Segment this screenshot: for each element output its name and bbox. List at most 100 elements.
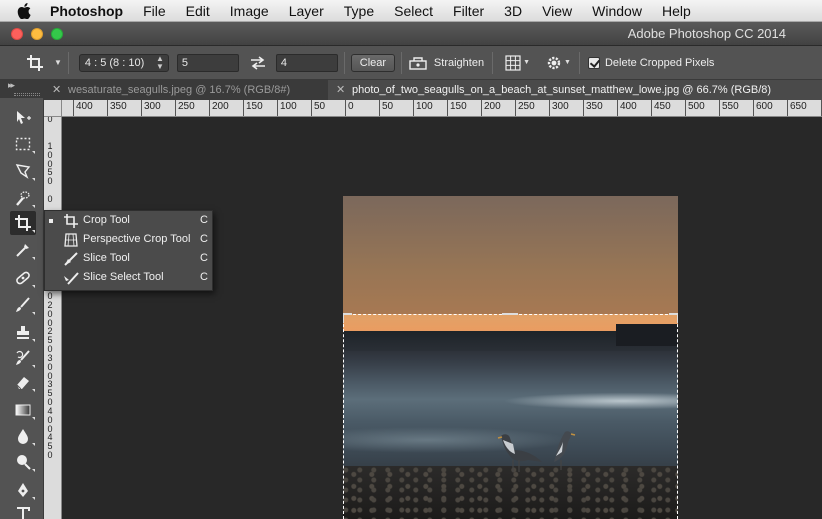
menu-type[interactable]: Type	[334, 0, 384, 22]
menu-view[interactable]: View	[532, 0, 582, 22]
blur-tool-icon[interactable]	[10, 424, 36, 448]
type-tool-icon[interactable]	[10, 502, 36, 519]
ruler-label: 250	[178, 101, 195, 112]
ruler-label: 400	[620, 101, 637, 112]
flyout-item-shortcut: C	[200, 214, 208, 226]
ruler-tick	[73, 100, 74, 116]
flyout-item-slice-select-tool[interactable]: Slice Select Tool C	[45, 268, 213, 287]
ruler-label: 0	[348, 101, 354, 112]
menu-app-name[interactable]: Photoshop	[50, 0, 133, 22]
ruler-label: 200	[212, 101, 229, 112]
crop-tool-icon[interactable]	[10, 211, 36, 235]
eraser-tool-icon[interactable]	[10, 370, 36, 394]
separator	[343, 51, 345, 74]
menu-filter[interactable]: Filter	[443, 0, 494, 22]
crop-height-input[interactable]: 4	[275, 53, 338, 72]
ruler-tick	[447, 100, 448, 116]
eyedropper-tool-icon[interactable]	[10, 238, 36, 262]
ruler-tick	[141, 100, 142, 116]
seagulls-photo[interactable]	[343, 196, 678, 519]
crop-handle-top-right[interactable]	[669, 313, 678, 323]
flyout-item-label: Perspective Crop Tool	[83, 233, 191, 245]
ruler-label: 150	[450, 101, 467, 112]
aspect-ratio-select[interactable]: 4 : 5 (8 : 10) ▲ ▼	[78, 53, 169, 72]
flyout-item-shortcut: C	[200, 252, 208, 264]
separator	[400, 51, 402, 74]
collapse-double-arrow-icon[interactable]: ▸▸	[8, 80, 15, 91]
crop-width-input[interactable]: 5	[176, 53, 239, 72]
tool-preset-picker[interactable]: ▼	[26, 54, 62, 72]
window-title: Adobe Photoshop CC 2014	[627, 26, 786, 41]
separator	[492, 51, 494, 74]
dodge-tool-icon[interactable]	[10, 450, 36, 474]
close-tab-icon[interactable]: ✕	[52, 80, 61, 100]
ruler-origin[interactable]	[44, 100, 62, 117]
marquee-tool-icon[interactable]	[10, 132, 36, 156]
ruler-label: 0	[47, 176, 53, 186]
tab-photo-of-two-seagulls[interactable]: ✕ photo_of_two_seagulls_on_a_beach_at_su…	[328, 80, 822, 100]
slice-select-icon	[63, 270, 79, 286]
menu-image[interactable]: Image	[220, 0, 279, 22]
flyout-item-label: Slice Select Tool	[83, 271, 164, 283]
delete-cropped-pixels-checkbox[interactable]: Delete Cropped Pixels	[587, 56, 714, 69]
clear-button[interactable]: Clear	[350, 53, 395, 72]
document-canvas[interactable]	[62, 118, 822, 519]
ruler-label: 150	[246, 101, 263, 112]
menu-help[interactable]: Help	[652, 0, 701, 22]
menu-3d[interactable]: 3D	[494, 0, 532, 22]
menu-edit[interactable]: Edit	[176, 0, 220, 22]
overlay-options-button[interactable]: ▼	[505, 54, 530, 71]
healing-brush-tool-icon[interactable]	[10, 266, 36, 290]
tab-wesaturate-seagulls[interactable]: ✕ wesaturate_seagulls.jpeg @ 16.7% (RGB/…	[44, 80, 326, 100]
crop-settings-button[interactable]: ▼	[546, 55, 571, 71]
flyout-item-shortcut: C	[200, 271, 208, 283]
ruler-tick	[753, 100, 754, 116]
clone-stamp-tool-icon[interactable]	[10, 320, 36, 344]
menu-file[interactable]: File	[133, 0, 176, 22]
flyout-item-crop-tool[interactable]: Crop Tool C	[45, 211, 213, 230]
history-brush-tool-icon[interactable]	[10, 346, 36, 370]
minimize-window-button[interactable]	[31, 28, 43, 40]
ruler-tick	[311, 100, 312, 116]
menu-layer[interactable]: Layer	[279, 0, 334, 22]
ruler-label: 100	[280, 101, 297, 112]
pen-tool-icon[interactable]	[10, 478, 36, 502]
separator	[67, 51, 69, 74]
quick-selection-tool-icon[interactable]	[10, 186, 36, 210]
gradient-tool-icon[interactable]	[10, 398, 36, 422]
ruler-tick	[277, 100, 278, 116]
lasso-tool-icon[interactable]	[10, 159, 36, 183]
zoom-window-button[interactable]	[51, 28, 63, 40]
close-window-button[interactable]	[11, 28, 23, 40]
flyout-item-perspective-crop-tool[interactable]: Perspective Crop Tool C	[45, 230, 213, 249]
ruler-tick	[685, 100, 686, 116]
brush-tool-icon[interactable]	[10, 293, 36, 317]
ruler-tick	[481, 100, 482, 116]
horizontal-ruler[interactable]: 400 350 300 250 200 150 100 50 0 50 100 150 200 250 30…	[62, 100, 822, 117]
toolbar-grip[interactable]	[14, 93, 40, 96]
selected-bullet-icon	[49, 219, 53, 223]
ruler-tick	[549, 100, 550, 116]
photoshop-screen: Photoshop File Edit Image Layer Type Sel…	[0, 0, 822, 519]
crop-handle-top-left[interactable]	[343, 313, 352, 323]
crop-handle-top[interactable]	[502, 313, 518, 317]
ruler-tick	[345, 100, 346, 116]
perspective-crop-icon	[63, 232, 79, 248]
document-tabs: ✕ wesaturate_seagulls.jpeg @ 16.7% (RGB/…	[44, 80, 822, 100]
apple-logo-icon[interactable]	[16, 2, 32, 19]
ruler-label: 500	[688, 101, 705, 112]
ruler-label: 200	[484, 101, 501, 112]
menu-select[interactable]: Select	[384, 0, 443, 22]
flyout-item-label: Crop Tool	[83, 214, 130, 226]
separator	[578, 51, 580, 74]
flyout-item-slice-tool[interactable]: Slice Tool C	[45, 249, 213, 268]
grid-overlay-icon	[505, 54, 521, 71]
ruler-tick	[617, 100, 618, 116]
close-tab-icon[interactable]: ✕	[336, 80, 345, 100]
crop-box[interactable]	[343, 313, 678, 519]
straighten-button[interactable]: Straighten	[408, 55, 484, 71]
swap-arrows-icon[interactable]	[249, 55, 267, 70]
menu-window[interactable]: Window	[582, 0, 652, 22]
vertical-ruler[interactable]: 010050050100150200250300350400450	[44, 117, 62, 519]
move-tool-icon[interactable]	[10, 106, 36, 130]
